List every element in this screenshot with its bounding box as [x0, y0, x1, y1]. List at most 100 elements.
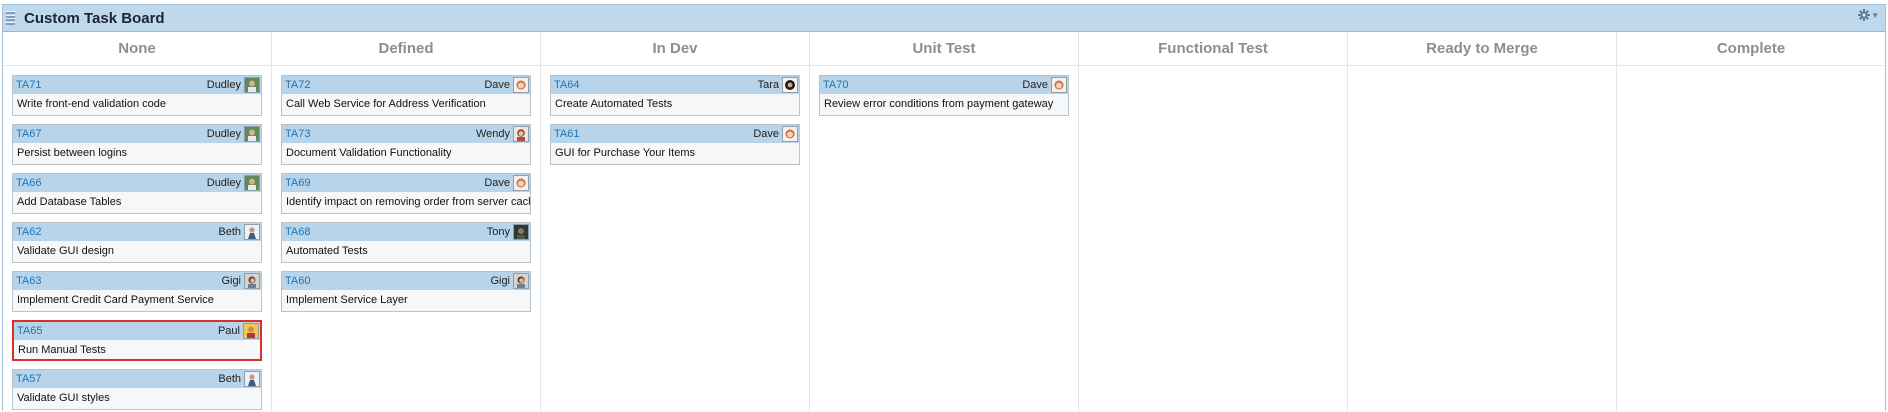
card-header: TA73 Wendy [282, 125, 530, 143]
card-header: TA70 Dave [820, 76, 1068, 94]
task-card[interactable]: TA69 Dave Identify impact on removing orde… [281, 173, 531, 214]
owner-avatar [243, 323, 259, 339]
task-name: Implement Service Layer [286, 294, 408, 306]
task-card[interactable]: TA72 Dave Call Web Service for Address Ver… [281, 75, 531, 116]
task-id-link[interactable]: TA72 [285, 79, 310, 91]
card-list [1348, 66, 1616, 75]
task-name: Validate GUI styles [17, 392, 110, 404]
task-owner: Dave [484, 177, 510, 189]
task-id-link[interactable]: TA66 [16, 177, 41, 189]
column-header: In Dev [541, 32, 809, 66]
card-header: TA71 Dudley [13, 76, 261, 94]
owner-avatar [513, 126, 529, 142]
task-id-link[interactable]: TA68 [285, 226, 310, 238]
column-ready-to-merge: Ready to Merge [1348, 32, 1617, 412]
column-defined: Defined TA72 Dave Call Web Service for Addr… [272, 32, 541, 412]
task-card[interactable]: TA66 Dudley Add Database Tables [12, 173, 262, 214]
task-card[interactable]: TA73 Wendy Document Validation Functionali… [281, 124, 531, 165]
task-owner: Beth [218, 226, 241, 238]
column-header: Complete [1617, 32, 1885, 66]
task-name: Automated Tests [286, 245, 368, 257]
task-name: Add Database Tables [17, 196, 122, 208]
task-owner: Beth [218, 373, 241, 385]
owner-avatar [513, 77, 529, 93]
task-card[interactable]: TA68 Tony Automated Tests [281, 222, 531, 263]
column-functional-test: Functional Test [1079, 32, 1348, 412]
task-id-link[interactable]: TA65 [17, 325, 42, 337]
owner-avatar [244, 175, 260, 191]
task-name: Document Validation Functionality [286, 147, 452, 159]
card-list: TA72 Dave Call Web Service for Address Ver… [272, 66, 540, 312]
task-id-link[interactable]: TA64 [554, 79, 579, 91]
task-card[interactable]: TA65 Paul Run Manual Tests [12, 320, 262, 361]
task-name: Write front-end validation code [17, 98, 166, 110]
column-header: Unit Test [810, 32, 1078, 66]
card-header: TA65 Paul [14, 322, 260, 340]
column-header: None [3, 32, 271, 66]
task-card[interactable]: TA70 Dave Review error conditions from pay… [819, 75, 1069, 116]
task-card[interactable]: TA64 Tara Create Automated Tests [550, 75, 800, 116]
task-card[interactable]: TA63 Gigi Implement Credit Card Payment Se… [12, 271, 262, 312]
owner-avatar [513, 175, 529, 191]
task-card[interactable]: TA60 Gigi Implement Service Layer [281, 271, 531, 312]
task-card[interactable]: TA57 Beth Validate GUI styles [12, 369, 262, 410]
task-name: Run Manual Tests [18, 344, 106, 356]
task-id-link[interactable]: TA57 [16, 373, 41, 385]
task-owner: Dave [484, 79, 510, 91]
owner-avatar [1051, 77, 1067, 93]
card-header: TA61 Dave [551, 125, 799, 143]
card-header: TA60 Gigi [282, 272, 530, 290]
card-list: TA64 Tara Create Automated Tests TA61 Dave GU… [541, 66, 809, 165]
task-id-link[interactable]: TA70 [823, 79, 848, 91]
column-header: Defined [272, 32, 540, 66]
column-header: Ready to Merge [1348, 32, 1616, 66]
task-card[interactable]: TA67 Dudley Persist between logins [12, 124, 262, 165]
column-none: None TA71 Dudley Write front-end validation… [3, 32, 272, 412]
task-name: Create Automated Tests [555, 98, 673, 110]
task-owner: Wendy [475, 128, 510, 140]
task-owner: Tony [486, 226, 510, 238]
settings-gear-icon[interactable]: ▼ [1858, 9, 1879, 21]
card-header: TA68 Tony [282, 223, 530, 241]
column-unit-test: Unit Test TA70 Dave Review error conditions… [810, 32, 1079, 412]
task-board: Custom Task Board ▼ None TA71 Dudley Write … [2, 4, 1886, 412]
task-id-link[interactable]: TA60 [285, 275, 310, 287]
card-list [1079, 66, 1347, 75]
task-id-link[interactable]: TA62 [16, 226, 41, 238]
task-card[interactable]: TA71 Dudley Write front-end validation cod… [12, 75, 262, 116]
column-complete: Complete [1617, 32, 1885, 412]
board-title: Custom Task Board [24, 9, 165, 27]
owner-avatar [244, 224, 260, 240]
task-owner: Dudley [206, 79, 241, 91]
card-header: TA69 Dave [282, 174, 530, 192]
card-list [1617, 66, 1885, 75]
card-header: TA66 Dudley [13, 174, 261, 192]
gear-icon [1858, 9, 1871, 21]
owner-avatar [244, 77, 260, 93]
task-owner: Gigi [490, 275, 510, 287]
task-id-link[interactable]: TA69 [285, 177, 310, 189]
task-owner: Dudley [206, 177, 241, 189]
owner-avatar [244, 126, 260, 142]
card-header: TA63 Gigi [13, 272, 261, 290]
column-header: Functional Test [1079, 32, 1347, 66]
drag-handle-icon[interactable] [6, 9, 15, 27]
card-header: TA62 Beth [13, 223, 261, 241]
chevron-down-icon: ▼ [1871, 10, 1879, 20]
card-header: TA67 Dudley [13, 125, 261, 143]
task-id-link[interactable]: TA67 [16, 128, 41, 140]
task-owner: Dudley [206, 128, 241, 140]
task-id-link[interactable]: TA71 [16, 79, 41, 91]
task-name: Call Web Service for Address Verificatio… [286, 98, 486, 110]
task-id-link[interactable]: TA61 [554, 128, 579, 140]
task-card[interactable]: TA62 Beth Validate GUI design [12, 222, 262, 263]
task-owner: Dave [1022, 79, 1048, 91]
task-id-link[interactable]: TA73 [285, 128, 310, 140]
owner-avatar [782, 77, 798, 93]
task-card[interactable]: TA61 Dave GUI for Purchase Your Items [550, 124, 800, 165]
board-columns: None TA71 Dudley Write front-end validation… [3, 32, 1885, 412]
card-header: TA57 Beth [13, 370, 261, 388]
task-name: Review error conditions from payment gat… [824, 98, 1054, 110]
task-id-link[interactable]: TA63 [16, 275, 41, 287]
owner-avatar [244, 371, 260, 387]
